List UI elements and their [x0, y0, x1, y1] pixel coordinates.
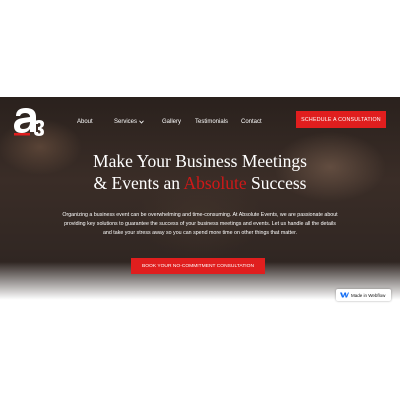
nav-about[interactable]: About [77, 119, 93, 125]
headline-accent: Absolute [183, 173, 247, 193]
headline-post: Success [246, 173, 307, 193]
absolute-events-logo-icon[interactable] [10, 104, 46, 138]
nav-services-label: Services [114, 119, 138, 125]
hero-description: Organizing a business event can be overw… [62, 212, 338, 236]
webflow-badge-label: Made in Webflow [351, 292, 386, 298]
headline-line-1: Make Your Business Meetings [93, 151, 307, 171]
nav-services[interactable]: Services [114, 119, 144, 125]
made-in-webflow-badge[interactable]: Made in Webflow [336, 289, 391, 301]
nav-testimonials[interactable]: Testimonials [195, 119, 228, 125]
chevron-down-icon [139, 120, 144, 124]
schedule-consultation-button[interactable]: SCHEDULE A CONSULTATION [296, 111, 386, 128]
headline-pre: & Events an [93, 173, 184, 193]
nav-contact[interactable]: Contact [241, 119, 262, 125]
hero-headline: Make Your Business Meetings & Events an … [0, 150, 400, 194]
book-consultation-button[interactable]: BOOK YOUR NO-COMMITMENT CONSULTATION [131, 258, 265, 274]
webflow-icon [340, 292, 349, 298]
headline-line-2: & Events an Absolute Success [0, 172, 400, 194]
nav-gallery[interactable]: Gallery [162, 119, 181, 125]
